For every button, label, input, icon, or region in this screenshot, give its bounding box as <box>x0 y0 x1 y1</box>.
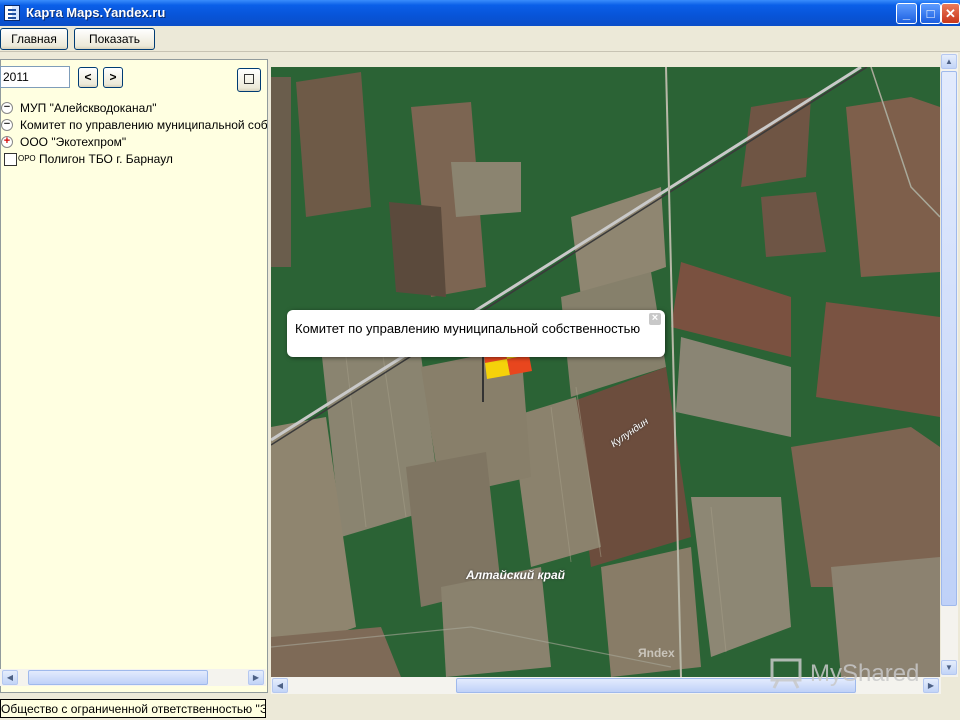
left-panel: 2011 < > − МУП "Алейскводоканал" − Комит… <box>0 59 268 693</box>
yandex-logo: Яndex <box>638 646 675 660</box>
status-bar: Общество с ограниченной ответственностью… <box>0 698 960 720</box>
close-button[interactable]: ✕ <box>941 3 960 24</box>
tree-item-label: МУП "Алейскводоканал" <box>20 101 157 115</box>
satellite-map[interactable]: Кулундин Алтайский край Яndex <box>271 67 940 677</box>
square-icon <box>244 74 254 84</box>
tree-item[interactable]: + ООО "Экотехпром" <box>1 134 267 151</box>
maximize-button[interactable]: □ <box>920 3 941 24</box>
scroll-left-icon[interactable]: ◀ <box>272 678 288 693</box>
presentation-icon <box>770 658 802 689</box>
left-horizontal-scrollbar[interactable]: ◀ ▶ <box>0 669 266 686</box>
scroll-thumb[interactable] <box>28 670 208 685</box>
toolbar: Главная Показать <box>0 26 960 52</box>
expand-icon[interactable]: + <box>1 136 13 148</box>
year-input[interactable]: 2011 <box>0 66 70 88</box>
map-imagery <box>271 67 940 677</box>
app-icon <box>4 5 20 21</box>
next-year-button[interactable]: > <box>103 67 123 88</box>
window-title: Карта Maps.Yandex.ru <box>26 5 166 20</box>
item-tag: ОРО <box>18 154 36 163</box>
collapse-icon[interactable]: − <box>1 119 13 131</box>
scroll-up-icon[interactable]: ▲ <box>941 54 957 69</box>
map-vertical-scrollbar[interactable]: ▲ ▼ <box>941 53 958 677</box>
main-button[interactable]: Главная <box>0 28 68 50</box>
tree-item[interactable]: ОРО Полигон ТБО г. Барнаул <box>1 151 267 168</box>
tree-item[interactable]: − МУП "Алейскводоканал" <box>1 100 267 117</box>
region-label: Алтайский край <box>466 568 565 582</box>
map-callout: Комитет по управлению муниципальной собс… <box>287 310 665 357</box>
vertical-scroll-thumb[interactable] <box>941 71 957 606</box>
callout-close-icon[interactable]: × <box>649 313 661 325</box>
scroll-right-icon[interactable]: ▶ <box>248 670 264 685</box>
tree-item-label: Полигон ТБО г. Барнаул <box>39 152 173 166</box>
organization-tree: − МУП "Алейскводоканал" − Комитет по упр… <box>1 100 267 168</box>
scroll-down-icon[interactable]: ▼ <box>941 660 957 675</box>
tree-item-label: ООО "Экотехпром" <box>20 135 127 149</box>
minimize-button[interactable]: _ <box>896 3 917 24</box>
item-checkbox[interactable] <box>4 153 17 166</box>
scroll-left-icon[interactable]: ◀ <box>2 670 18 685</box>
status-text: Общество с ограниченной ответственностью… <box>0 699 266 718</box>
callout-text: Комитет по управлению муниципальной собс… <box>295 321 641 336</box>
show-button[interactable]: Показать <box>74 28 155 50</box>
prev-year-button[interactable]: < <box>78 67 98 88</box>
tree-item-label: Комитет по управлению муниципальной собс… <box>20 118 267 132</box>
title-bar: Карта Maps.Yandex.ru _ □ ✕ <box>0 0 960 26</box>
watermark-text: MyShared <box>810 660 920 687</box>
scrollbar-corner <box>941 677 958 694</box>
tree-item[interactable]: − Комитет по управлению муниципальной со… <box>1 117 267 134</box>
watermark: MyShared <box>768 656 928 690</box>
collapse-icon[interactable]: − <box>1 102 13 114</box>
toggle-square-button[interactable] <box>237 68 261 92</box>
